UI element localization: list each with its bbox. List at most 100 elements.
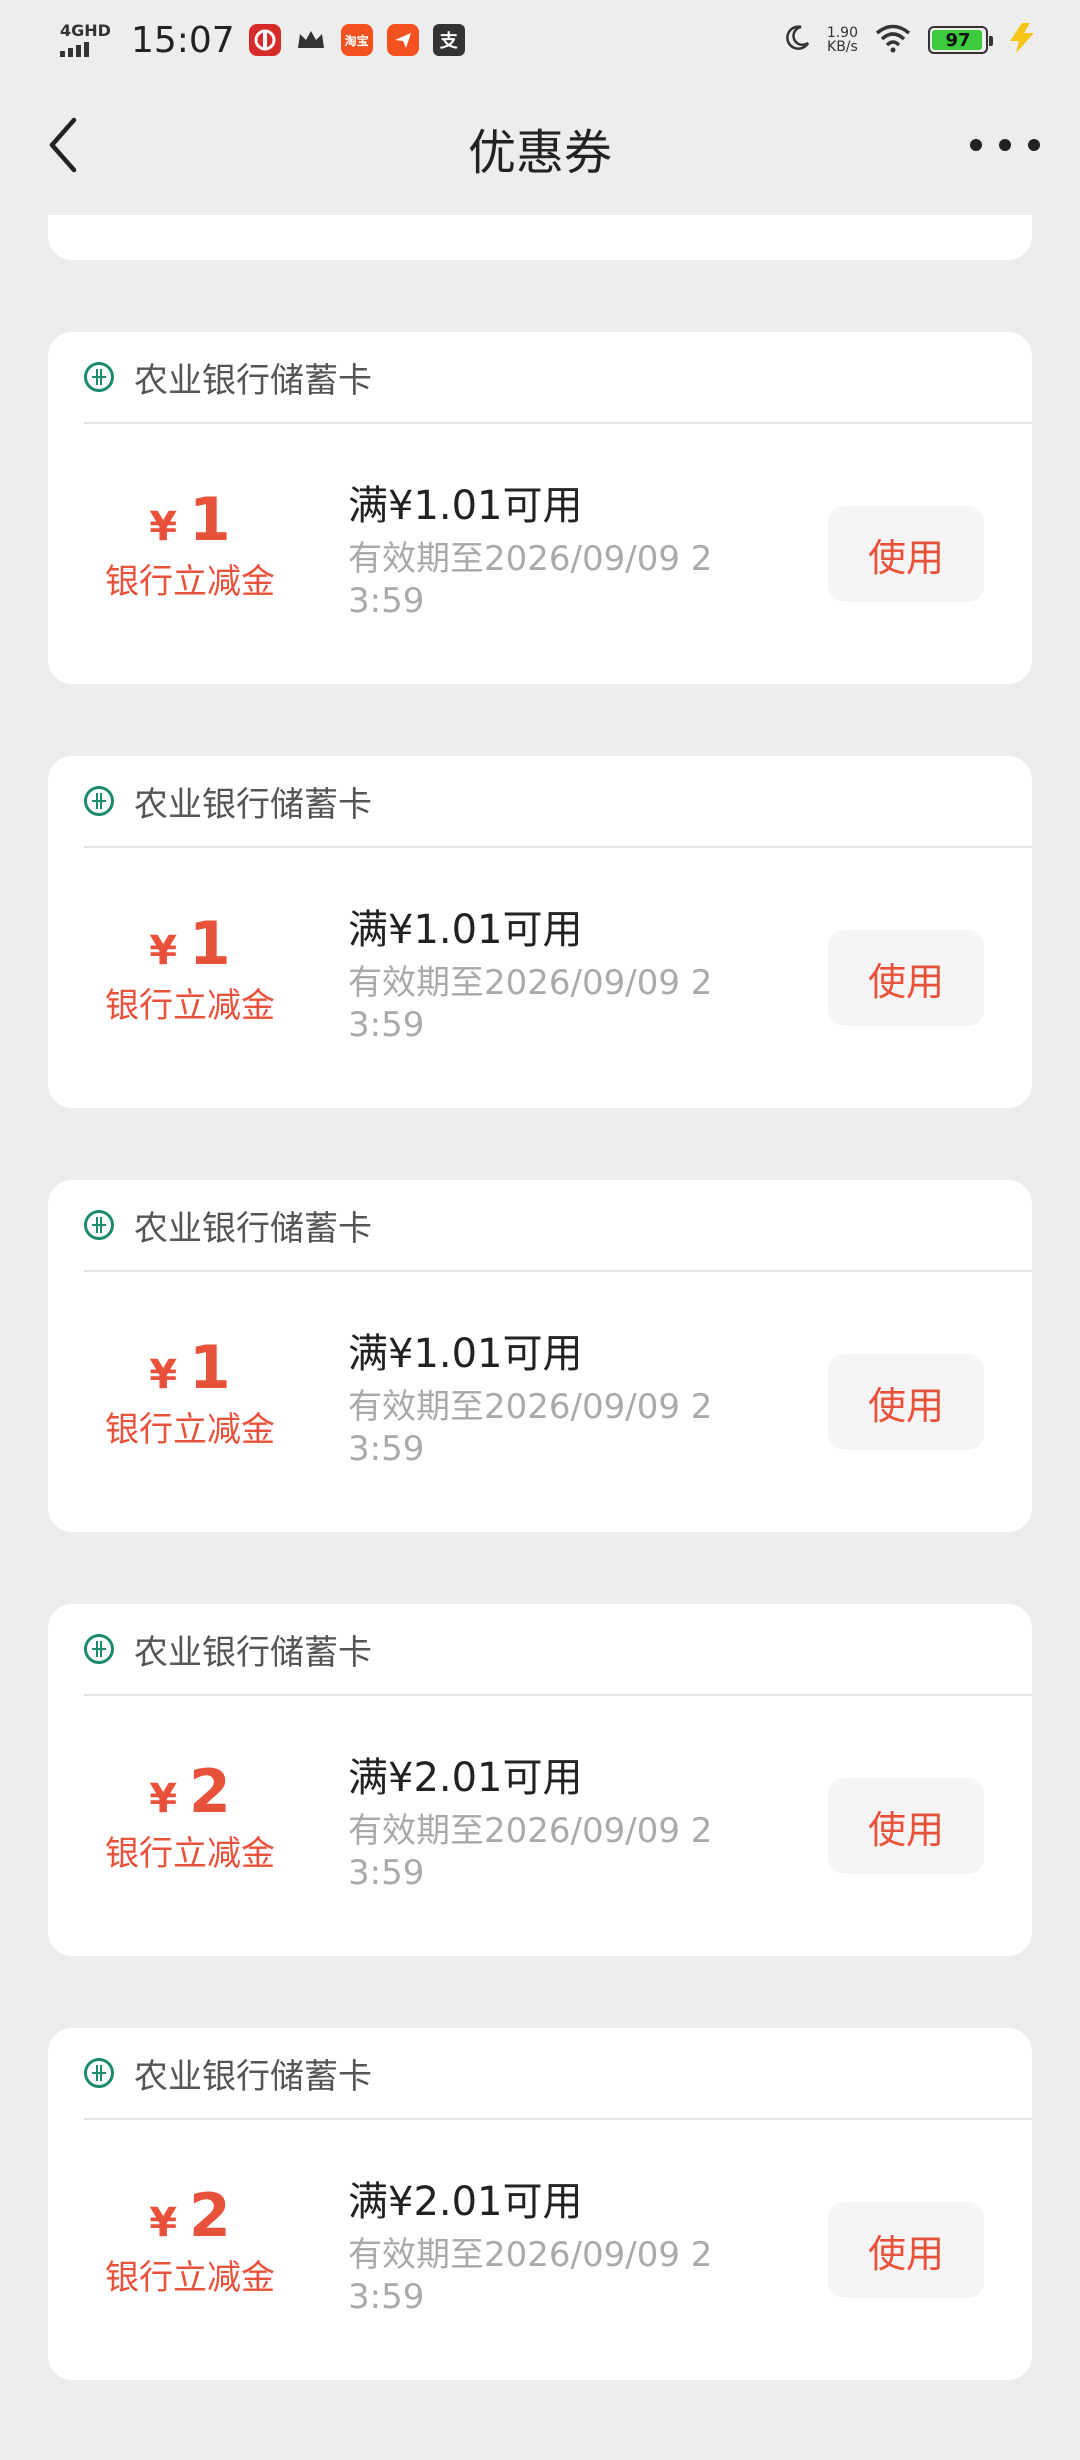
coupon-info: 满¥1.01可用 有效期至2026/09/09 23:59 [348,480,728,622]
use-button[interactable]: 使用 [828,506,984,602]
coupon-validity: 有效期至2026/09/09 23:59 [348,2235,713,2317]
abc-bank-icon [84,786,114,816]
coupon-card-partial [48,215,1032,260]
coupon-card: 农业银行储蓄卡 ¥ 2 银行立减金 满¥2.01可用 有效期至2026/09/0… [48,1604,1032,1956]
status-bar: 4GHD 15:07 淘宝 支 1.90 KB/s 97 [0,0,1080,80]
currency-symbol: ¥ [149,1776,178,1822]
amount-line: ¥ 1 [100,912,280,976]
moon-icon [783,24,811,56]
use-button[interactable]: 使用 [828,930,984,1026]
net-speed-unit: KB/s [827,39,858,55]
amount-line: ¥ 2 [100,1760,280,1824]
card-body: ¥ 2 银行立减金 满¥2.01可用 有效期至2026/09/09 23:59 … [48,1696,1032,1956]
coupon-info: 满¥2.01可用 有效期至2026/09/09 23:59 [348,1752,728,1894]
signal-bars-icon [60,42,89,57]
net-speed-value: 1.90 [826,25,858,41]
bank-name: 农业银行储蓄卡 [134,784,372,825]
coupon-card: 农业银行储蓄卡 ¥ 1 银行立减金 满¥1.01可用 有效期至2026/09/0… [48,1180,1032,1532]
card-header: 农业银行储蓄卡 [84,1180,1032,1272]
card-body: ¥ 2 银行立减金 满¥2.01可用 有效期至2026/09/09 23:59 … [48,2120,1032,2380]
use-button[interactable]: 使用 [828,2202,984,2298]
amount-line: ¥ 2 [100,2184,280,2248]
currency-symbol: ¥ [149,504,178,550]
battery-level: 97 [945,29,971,51]
coupon-amount: 2 [189,1757,231,1827]
coupon-threshold: 满¥1.01可用 [348,1331,583,1377]
abc-bank-icon [84,362,114,392]
clock: 15:07 [130,19,235,61]
currency-symbol: ¥ [149,1352,178,1398]
send-icon [386,24,419,56]
charging-icon [1004,21,1040,59]
crown-icon [295,24,327,56]
card-body: ¥ 1 银行立减金 满¥1.01可用 有效期至2026/09/09 23:59 … [48,1272,1032,1532]
bank-name: 农业银行储蓄卡 [134,360,372,401]
coupon-info: 满¥1.01可用 有效期至2026/09/09 23:59 [348,1328,728,1470]
status-bar-right: 1.90 KB/s 97 [783,21,1040,59]
abc-bank-icon [84,2058,114,2088]
abc-bank-icon [84,1210,114,1240]
amount-block: ¥ 2 银行立减金 [100,1760,280,1875]
card-header: 农业银行储蓄卡 [84,756,1032,848]
amount-block: ¥ 1 银行立减金 [100,1336,280,1451]
coupon-type-label: 银行立减金 [105,2258,275,2298]
battery-icon: 97 [928,26,993,54]
chevron-left-icon [49,117,77,173]
coupon-threshold: 满¥1.01可用 [348,483,583,529]
use-button[interactable]: 使用 [828,1778,984,1874]
coupon-threshold: 满¥1.01可用 [348,907,583,953]
network-type: 4GHD [60,21,111,40]
page-title: 优惠券 [467,124,612,181]
coupon-amount: 2 [189,2181,231,2251]
nav-bar: 优惠券 [0,80,1080,215]
currency-symbol: ¥ [149,928,178,974]
card-body: ¥ 1 银行立减金 满¥1.01可用 有效期至2026/09/09 23:59 … [48,424,1032,684]
use-button[interactable]: 使用 [828,1354,984,1450]
amount-line: ¥ 1 [100,488,280,552]
card-body: ¥ 1 银行立减金 满¥1.01可用 有效期至2026/09/09 23:59 … [48,848,1032,1108]
net-speed: 1.90 KB/s [827,26,858,54]
coupon-validity: 有效期至2026/09/09 23:59 [348,1811,713,1893]
bank-app-icon [248,24,281,56]
card-header: 农业银行储蓄卡 [84,332,1032,424]
more-dot-icon [1028,139,1040,151]
wifi-icon [874,23,912,57]
coupon-card: 农业银行储蓄卡 ¥ 1 银行立减金 满¥1.01可用 有效期至2026/09/0… [48,756,1032,1108]
coupon-validity: 有效期至2026/09/09 23:59 [348,1387,713,1469]
bank-name: 农业银行储蓄卡 [134,1208,372,1249]
coupon-type-label: 银行立减金 [105,1834,275,1874]
card-header: 农业银行储蓄卡 [84,1604,1032,1696]
amount-line: ¥ 1 [100,1336,280,1400]
taobao-icon: 淘宝 [340,24,373,56]
more-dot-icon [970,139,982,151]
coupon-threshold: 满¥2.01可用 [348,1755,583,1801]
coupon-type-label: 银行立减金 [105,1410,275,1450]
more-dot-icon [999,139,1011,151]
back-button[interactable] [40,110,90,180]
coupon-card: 农业银行储蓄卡 ¥ 2 银行立减金 满¥2.01可用 有效期至2026/09/0… [48,2028,1032,2380]
amount-block: ¥ 1 银行立减金 [100,488,280,603]
bank-name: 农业银行储蓄卡 [134,2056,372,2097]
coupon-card: 农业银行储蓄卡 ¥ 1 银行立减金 满¥1.01可用 有效期至2026/09/0… [48,332,1032,684]
coupon-amount: 1 [189,485,231,555]
abc-bank-icon [84,1634,114,1664]
coupon-validity: 有效期至2026/09/09 23:59 [348,539,713,621]
coupon-list: 农业银行储蓄卡 ¥ 1 银行立减金 满¥1.01可用 有效期至2026/09/0… [48,215,1032,2380]
signal-indicator: 4GHD [60,23,111,57]
coupon-amount: 1 [189,909,231,979]
currency-symbol: ¥ [149,2200,178,2246]
coupon-threshold: 满¥2.01可用 [348,2179,583,2225]
card-header: 农业银行储蓄卡 [84,2028,1032,2120]
coupon-type-label: 银行立减金 [105,562,275,602]
coupon-amount: 1 [189,1333,231,1403]
more-button[interactable] [970,130,1040,160]
amount-block: ¥ 1 银行立减金 [100,912,280,1027]
amount-block: ¥ 2 银行立减金 [100,2184,280,2299]
coupon-validity: 有效期至2026/09/09 23:59 [348,963,713,1045]
bank-name: 农业银行储蓄卡 [134,1632,372,1673]
status-bar-left: 4GHD 15:07 淘宝 支 [60,20,465,61]
coupon-info: 满¥1.01可用 有效期至2026/09/09 23:59 [348,904,728,1046]
alipay-icon: 支 [432,24,465,56]
coupon-info: 满¥2.01可用 有效期至2026/09/09 23:59 [348,2176,728,2318]
coupon-type-label: 银行立减金 [105,986,275,1026]
